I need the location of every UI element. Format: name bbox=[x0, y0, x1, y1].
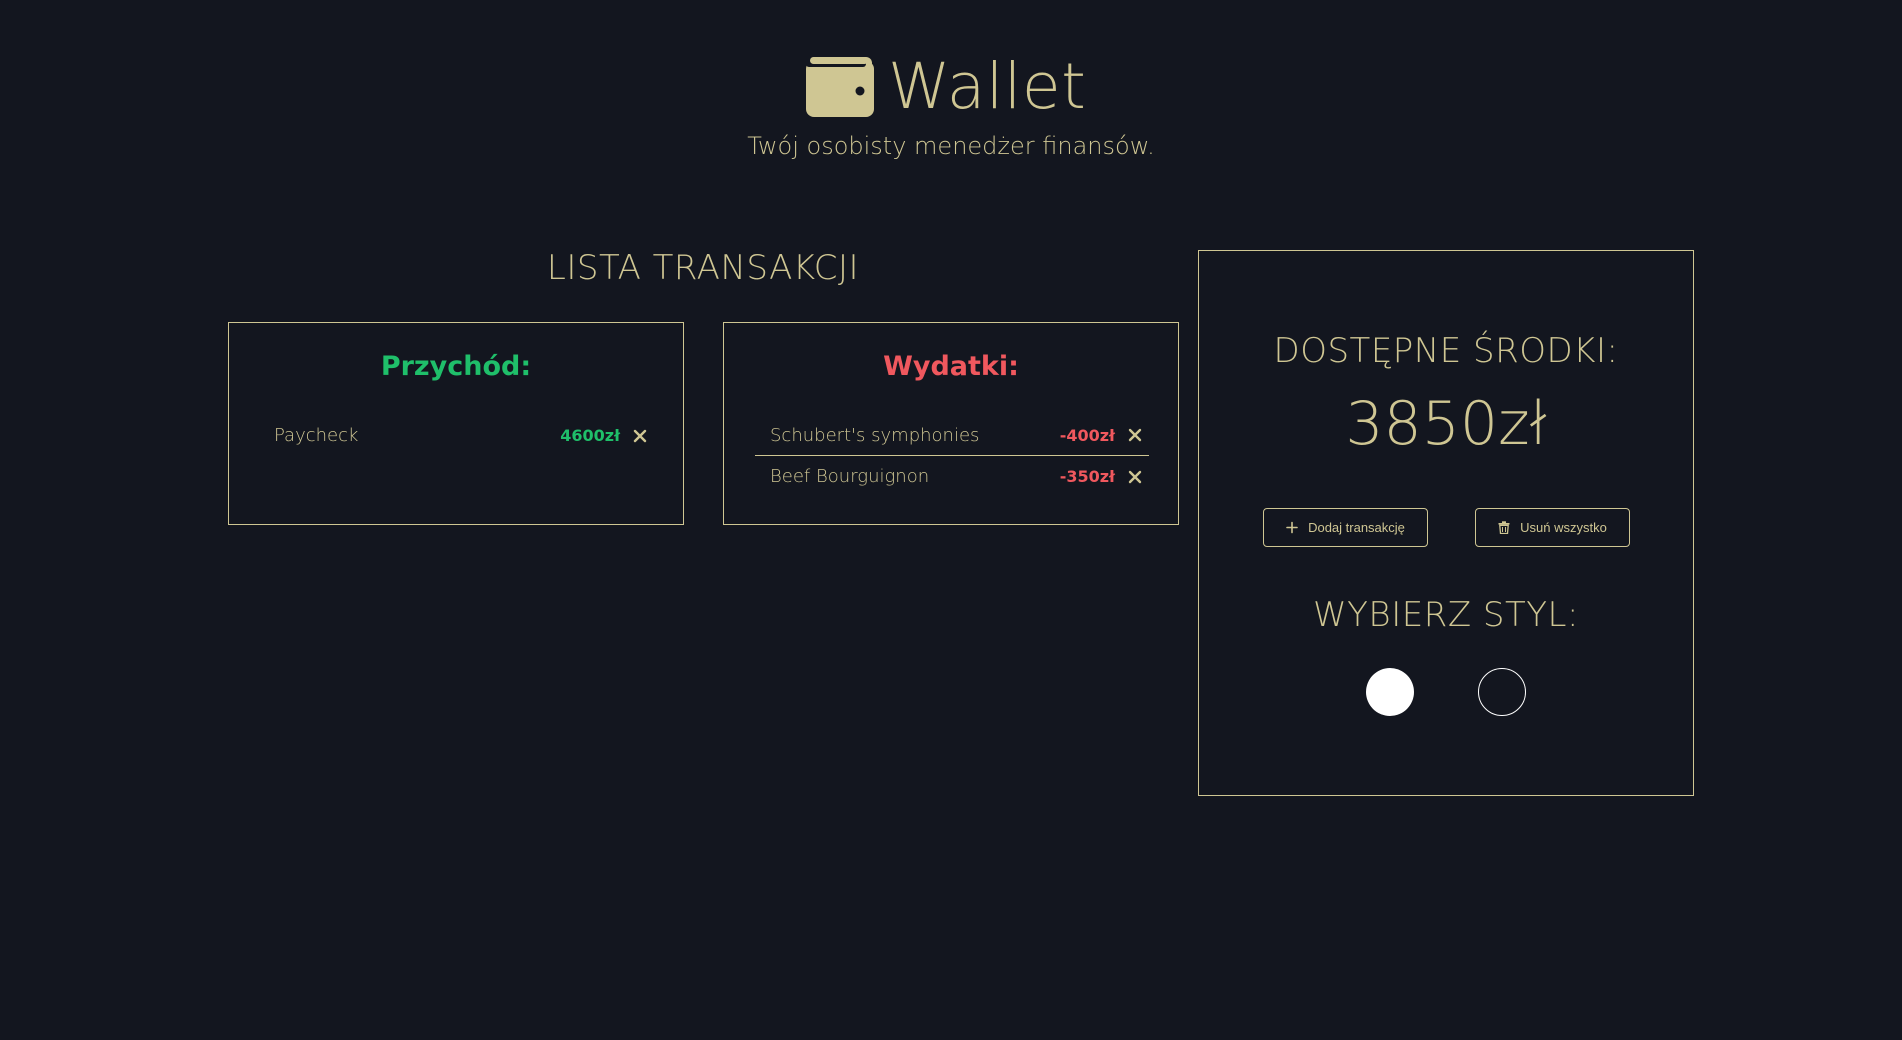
transaction-amount: -400zł bbox=[1059, 425, 1115, 445]
transaction-name: Beef Bourguignon bbox=[770, 466, 930, 487]
delete-transaction-icon[interactable] bbox=[1127, 469, 1143, 485]
delete-transaction-icon[interactable] bbox=[632, 428, 648, 444]
delete-transaction-icon[interactable] bbox=[1127, 427, 1143, 443]
add-transaction-label: Dodaj transakcję bbox=[1308, 520, 1405, 535]
income-list: Paycheck 4600zł bbox=[260, 415, 654, 456]
app-subtitle: Twój osobisty menedżer finansów. bbox=[747, 132, 1155, 160]
app-title: Wallet bbox=[888, 50, 1087, 123]
style-label: WYBIERZ STYL: bbox=[1313, 595, 1579, 635]
income-panel: Przychód: Paycheck 4600zł bbox=[228, 322, 684, 525]
income-item: Paycheck 4600zł bbox=[260, 415, 654, 456]
balance-value: 3850zł bbox=[1345, 389, 1547, 459]
transaction-amount: -350zł bbox=[1059, 467, 1115, 486]
light-style-swatch[interactable] bbox=[1366, 668, 1414, 716]
plus-icon bbox=[1286, 521, 1298, 534]
income-heading: Przychód: bbox=[380, 351, 532, 382]
add-transaction-button[interactable]: Dodaj transakcję bbox=[1263, 508, 1428, 547]
brand: Wallet bbox=[806, 52, 1086, 122]
dark-style-swatch[interactable] bbox=[1478, 668, 1526, 716]
balance-label: DOSTĘPNE ŚRODKI: bbox=[1273, 331, 1619, 371]
trash-icon bbox=[1498, 521, 1510, 534]
expenses-list: Schubert's symphonies -400zł Beef Bourgu… bbox=[755, 415, 1149, 497]
expenses-heading: Wydatki: bbox=[883, 351, 1019, 382]
expense-item: Beef Bourguignon -350zł bbox=[755, 456, 1149, 497]
balance-panel: DOSTĘPNE ŚRODKI: 3850zł Dodaj transakcję… bbox=[1198, 250, 1694, 796]
delete-all-label: Usuń wszystko bbox=[1520, 520, 1607, 535]
expenses-panel: Wydatki: Schubert's symphonies -400zł Be… bbox=[723, 322, 1179, 525]
transactions-title: LISTA TRANSAKCJI bbox=[546, 248, 860, 288]
expense-item: Schubert's symphonies -400zł bbox=[755, 415, 1149, 456]
transaction-name: Schubert's symphonies bbox=[770, 424, 980, 446]
transaction-name: Paycheck bbox=[274, 425, 359, 446]
delete-all-button[interactable]: Usuń wszystko bbox=[1475, 508, 1630, 547]
transaction-amount: 4600zł bbox=[560, 426, 620, 445]
wallet-icon bbox=[806, 57, 874, 117]
